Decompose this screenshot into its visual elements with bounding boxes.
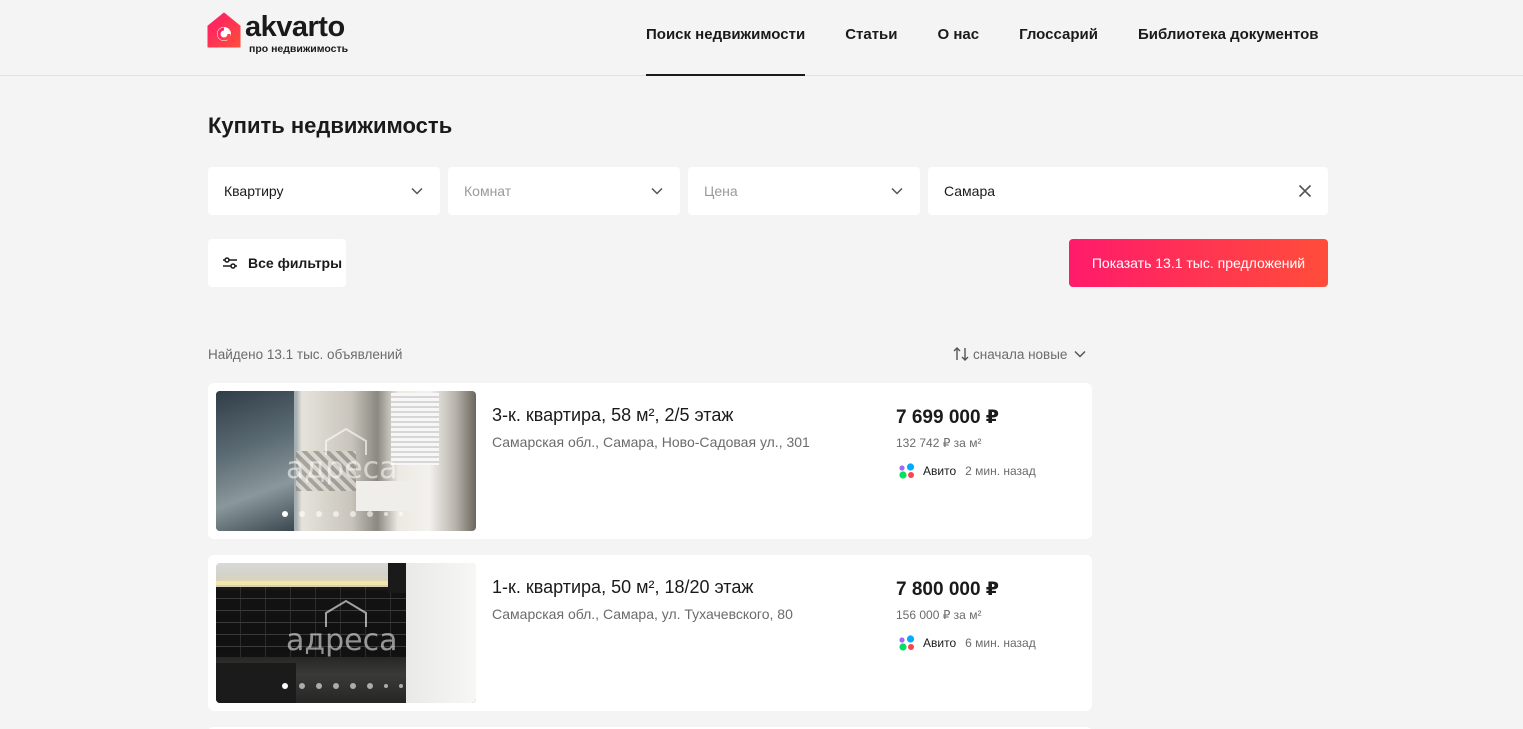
price-placeholder: Цена: [704, 183, 738, 199]
photo-watermark: адреса: [286, 451, 398, 486]
rooms-placeholder: Комнат: [464, 183, 512, 199]
sort-label: сначала новые: [973, 346, 1068, 362]
listing-price: 7 699 000 ₽: [896, 407, 1000, 428]
main-nav: Поиск недвижимости Статьи О нас Глоссари…: [646, 0, 1318, 76]
pagination-dot[interactable]: [333, 511, 339, 517]
chevron-down-icon: [1074, 350, 1086, 358]
listing-address: Самарская обл., Самара, Ново-Садовая ул.…: [492, 434, 810, 450]
page-title: Купить недвижимость: [208, 113, 453, 138]
listing-address: Самарская обл., Самара, ул. Тухачевского…: [492, 606, 793, 622]
chevron-down-icon: [411, 187, 423, 195]
pagination-dot[interactable]: [367, 511, 373, 517]
listing-card[interactable]: адреса 1-к. квартира, 50 м², 18/20 этаж …: [208, 555, 1092, 711]
sort-select[interactable]: сначала новые: [953, 346, 1091, 362]
listing-source: Авито 6 мин. назад: [898, 635, 1036, 651]
listing-price: 7 800 000 ₽: [896, 579, 1000, 600]
photo-watermark: адреса: [286, 623, 398, 658]
photo-pagination[interactable]: [282, 511, 403, 517]
pagination-dot[interactable]: [367, 683, 373, 689]
listing-price-per-m2: 132 742 ₽ за м²: [896, 436, 982, 450]
property-type-value: Квартиру: [224, 183, 284, 199]
nav-about[interactable]: О нас: [938, 0, 980, 76]
listing-photo[interactable]: адреса: [216, 391, 476, 531]
listing-time: 2 мин. назад: [965, 464, 1036, 478]
listing-title[interactable]: 3-к. квартира, 58 м², 2/5 этаж: [492, 405, 733, 426]
close-icon[interactable]: [1298, 184, 1312, 198]
source-name: Авито: [923, 464, 957, 478]
pagination-dot[interactable]: [384, 684, 388, 688]
pagination-dot[interactable]: [299, 683, 305, 689]
listing-source: Авито 2 мин. назад: [898, 463, 1036, 479]
listing-title[interactable]: 1-к. квартира, 50 м², 18/20 этаж: [492, 577, 753, 598]
chevron-down-icon: [891, 187, 903, 195]
all-filters-label: Все фильтры: [248, 255, 343, 271]
property-type-select[interactable]: Квартиру: [208, 167, 440, 215]
pagination-dot[interactable]: [316, 511, 322, 517]
pagination-dot[interactable]: [299, 511, 305, 517]
listing-photo[interactable]: адреса: [216, 563, 476, 703]
listing-time: 6 мин. назад: [965, 636, 1036, 650]
sort-arrows-icon: [953, 347, 969, 361]
pagination-dot[interactable]: [316, 683, 322, 689]
pagination-dot[interactable]: [350, 683, 356, 689]
chevron-down-icon: [651, 187, 663, 195]
photo-pagination[interactable]: [282, 683, 403, 689]
filters-icon: [223, 257, 237, 269]
logo-wordmark: akvarto: [245, 11, 345, 43]
listing-price-per-m2: 156 000 ₽ за м²: [896, 608, 982, 622]
pagination-dot[interactable]: [399, 684, 403, 688]
pagination-dot[interactable]: [384, 512, 388, 516]
nav-document-library[interactable]: Библиотека документов: [1138, 0, 1319, 76]
price-select[interactable]: Цена: [688, 167, 920, 215]
akvarto-logo[interactable]: akvarto про недвижимость: [207, 11, 348, 61]
logo-house-icon: [207, 12, 241, 48]
city-value: Самара: [944, 183, 996, 199]
pagination-dot[interactable]: [350, 511, 356, 517]
avito-logo-icon: [899, 635, 915, 651]
nav-search-property[interactable]: Поиск недвижимости: [646, 0, 806, 76]
site-header: akvarto про недвижимость Поиск недвижимо…: [0, 0, 1523, 76]
listing-card[interactable]: адреса 3-к. квартира, 58 м², 2/5 этаж Са…: [208, 383, 1092, 539]
pagination-dot[interactable]: [282, 683, 288, 689]
logo-tagline: про недвижимость: [249, 43, 349, 55]
nav-articles[interactable]: Статьи: [845, 0, 897, 76]
source-name: Авито: [923, 636, 957, 650]
pagination-dot[interactable]: [282, 511, 288, 517]
avito-logo-icon: [899, 463, 915, 479]
pagination-dot[interactable]: [333, 683, 339, 689]
pagination-dot[interactable]: [399, 512, 403, 516]
nav-glossary[interactable]: Глоссарий: [1019, 0, 1098, 76]
results-count: Найдено 13.1 тыс. объявлений: [208, 347, 403, 362]
show-offers-button[interactable]: Показать 13.1 тыс. предложений: [1069, 239, 1328, 287]
rooms-select[interactable]: Комнат: [448, 167, 680, 215]
all-filters-button[interactable]: Все фильтры: [208, 239, 346, 287]
city-input[interactable]: Самара: [928, 167, 1328, 215]
